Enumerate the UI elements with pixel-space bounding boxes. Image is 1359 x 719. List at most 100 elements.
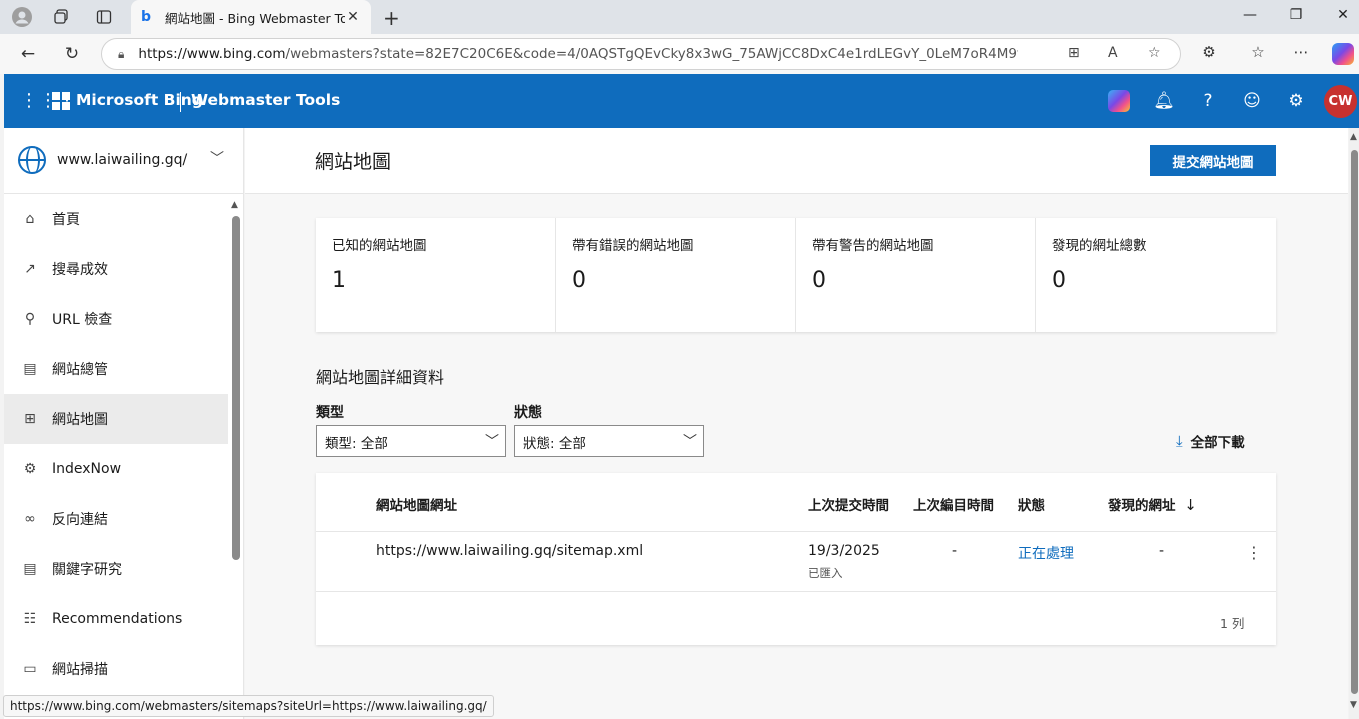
page-scroll-thumb[interactable] xyxy=(1351,150,1358,694)
new-tab-icon[interactable]: + xyxy=(383,6,400,30)
lock-icon[interactable]: 🔒︎ xyxy=(118,47,124,62)
sidebar-scroll-thumb[interactable] xyxy=(232,216,240,560)
copilot-icon[interactable] xyxy=(1332,43,1354,65)
sidebar-item-backlinks[interactable]: ∞ 反向連結 xyxy=(4,494,228,544)
sidebar-item-indexnow[interactable]: ⚙ IndexNow xyxy=(4,444,228,494)
sidebar-item-keyword-research[interactable]: ▤ 關鍵字研究 xyxy=(4,544,228,594)
home-icon: ⌂ xyxy=(25,211,35,227)
avatar[interactable]: CW xyxy=(1324,85,1357,118)
sidebar-item-home[interactable]: ⌂ 首頁 xyxy=(4,194,228,244)
sitemaps-table: 網站地圖網址 上次提交時間 上次編目時間 狀態 發現的網址 ↓ https://… xyxy=(316,473,1276,645)
row-divider xyxy=(316,591,1276,592)
checklist-icon: ☷ xyxy=(23,611,37,627)
sidebar-item-label: 網站掃描 xyxy=(52,662,108,678)
stat-sitemaps-with-errors: 帶有錯誤的網站地圖 0 xyxy=(556,218,796,332)
extensions-icon[interactable]: ⚙ xyxy=(1199,43,1219,61)
window-close-icon[interactable]: ✕ xyxy=(1333,7,1353,23)
stat-label: 帶有錯誤的網站地圖 xyxy=(572,238,694,254)
settings-gear-icon[interactable]: ⚙ xyxy=(1285,91,1307,111)
sidebar-item-label: URL 檢查 xyxy=(52,312,113,328)
sidebar-item-label: Recommendations xyxy=(52,611,183,627)
scan-icon: ▭ xyxy=(23,661,37,677)
column-header-url[interactable]: 網站地圖網址 xyxy=(376,494,457,514)
link-icon: ∞ xyxy=(24,511,36,527)
sidebar-scrollbar[interactable]: ▲ xyxy=(230,196,240,719)
read-aloud-icon[interactable]: A xyxy=(1108,45,1118,61)
workspaces-icon[interactable] xyxy=(52,7,72,27)
address-bar[interactable]: 🔒︎ https://www.bing.com/webmasters?state… xyxy=(101,38,1181,70)
download-icon: ⤓ xyxy=(1176,432,1183,450)
column-header-discovered-label: 發現的網址 xyxy=(1108,498,1176,514)
sidebar-item-label: 搜尋成效 xyxy=(52,262,108,278)
favorites-icon[interactable]: ☆ xyxy=(1248,43,1268,61)
row-more-options-icon[interactable]: ⋮ xyxy=(1246,543,1262,562)
profile-icon[interactable] xyxy=(12,7,32,27)
sidebar-item-search-performance[interactable]: ↗ 搜尋成效 xyxy=(4,244,228,294)
more-options-icon[interactable]: ⋯ xyxy=(1291,43,1311,61)
sidebar-item-label: IndexNow xyxy=(52,461,122,477)
header-divider xyxy=(180,92,181,112)
chevron-down-icon[interactable]: ﹀ xyxy=(210,148,224,168)
tab-actions-icon[interactable] xyxy=(94,7,114,27)
discovered-urls-cell: - xyxy=(1159,543,1165,559)
restore-icon[interactable]: ❐ xyxy=(1286,7,1306,23)
sidebar-item-label: 首頁 xyxy=(52,212,80,228)
scroll-up-icon[interactable]: ▲ xyxy=(231,200,238,210)
help-icon[interactable]: ? xyxy=(1197,91,1219,111)
sort-down-arrow-icon: ↓ xyxy=(1184,496,1197,514)
page-scrollbar[interactable]: ▲ ▼ xyxy=(1349,128,1359,719)
favorite-star-icon[interactable]: ☆ xyxy=(1148,45,1161,61)
brand-name[interactable]: Microsoft Bing xyxy=(76,91,203,109)
type-filter-dropdown[interactable]: 類型: 全部 ﹀ xyxy=(316,425,506,457)
back-icon[interactable]: ← xyxy=(17,43,39,65)
column-header-submitted[interactable]: 上次提交時間 xyxy=(808,494,889,514)
globe-icon xyxy=(18,146,46,174)
notifications-bell-icon[interactable]: 🔔︎ xyxy=(1153,91,1175,111)
sidebar-item-sitemaps[interactable]: ⊞ 網站地圖 xyxy=(4,394,228,444)
tab-title: 網站地圖 - Bing Webmaster Tools xyxy=(165,10,345,26)
stat-known-sitemaps: 已知的網站地圖 1 xyxy=(316,218,556,332)
status-filter-dropdown[interactable]: 狀態: 全部 ﹀ xyxy=(514,425,704,457)
type-filter-value: 類型: 全部 xyxy=(325,436,388,452)
tab-sitemaps[interactable]: b 網站地圖 - Bing Webmaster Tools ✕ xyxy=(131,0,371,34)
sitemap-icon: ⊞ xyxy=(24,411,36,427)
scroll-up-icon[interactable]: ▲ xyxy=(1350,132,1357,142)
sidebar-item-label: 反向連結 xyxy=(52,512,108,528)
stat-value: 0 xyxy=(1052,268,1066,293)
status-filter-label: 狀態 xyxy=(514,405,542,421)
sidebar-item-url-inspection[interactable]: ⚲ URL 檢查 xyxy=(4,294,228,344)
main-content: 網站地圖 提交網站地圖 已知的網站地圖 1 帶有錯誤的網站地圖 0 帶有警告的網… xyxy=(245,128,1348,719)
sidebar-item-label: 關鍵字研究 xyxy=(52,562,122,578)
refresh-icon[interactable]: ↻ xyxy=(61,43,83,65)
copilot-header-icon[interactable] xyxy=(1108,90,1130,112)
sidebar-item-site-scan[interactable]: ▭ 網站掃描 xyxy=(4,644,228,694)
bing-favicon-icon: b xyxy=(141,9,152,25)
header-divider xyxy=(316,531,1276,532)
sitemap-url-cell[interactable]: https://www.laiwailing.gq/sitemap.xml xyxy=(376,543,643,559)
sidebar-item-site-explorer[interactable]: ▤ 網站總管 xyxy=(4,344,228,394)
sidebar-item-recommendations[interactable]: ☷ Recommendations xyxy=(4,594,228,644)
download-all-label: 全部下載 xyxy=(1190,435,1245,451)
product-name[interactable]: Webmaster Tools xyxy=(191,91,340,109)
column-header-crawled[interactable]: 上次編目時間 xyxy=(913,494,994,514)
row-count: 1 列 xyxy=(1220,616,1245,631)
scroll-down-icon[interactable]: ▼ xyxy=(1350,700,1357,710)
sidebar: www.laiwailing.gq/ ﹀ ⌂ 首頁 ↗ 搜尋成效 ⚲ URL 檢查 ▤… xyxy=(4,128,244,719)
trend-icon: ↗ xyxy=(24,261,36,277)
column-header-status[interactable]: 狀態 xyxy=(1018,494,1045,514)
feedback-smiley-icon[interactable]: ☺ xyxy=(1241,91,1263,111)
close-tab-icon[interactable]: ✕ xyxy=(345,9,361,25)
download-all-button[interactable]: ⤓ 全部下載 xyxy=(1176,431,1245,451)
sidebar-item-label: 網站地圖 xyxy=(52,412,108,428)
status-cell[interactable]: 正在處理 xyxy=(1018,543,1074,563)
app-available-icon[interactable]: ⊞ xyxy=(1068,45,1080,61)
stat-value: 0 xyxy=(572,268,586,293)
stat-value: 0 xyxy=(812,268,826,293)
site-selector[interactable]: www.laiwailing.gq/ ﹀ xyxy=(4,128,243,194)
submitted-sub-cell: 已匯入 xyxy=(808,566,843,580)
column-header-discovered[interactable]: 發現的網址 ↓ xyxy=(1108,494,1197,514)
crawled-date-cell: - xyxy=(952,543,958,559)
minimize-icon[interactable]: — xyxy=(1240,7,1260,23)
submit-sitemap-button[interactable]: 提交網站地圖 xyxy=(1150,145,1276,176)
stat-discovered-urls: 發現的網址總數 0 xyxy=(1036,218,1276,332)
